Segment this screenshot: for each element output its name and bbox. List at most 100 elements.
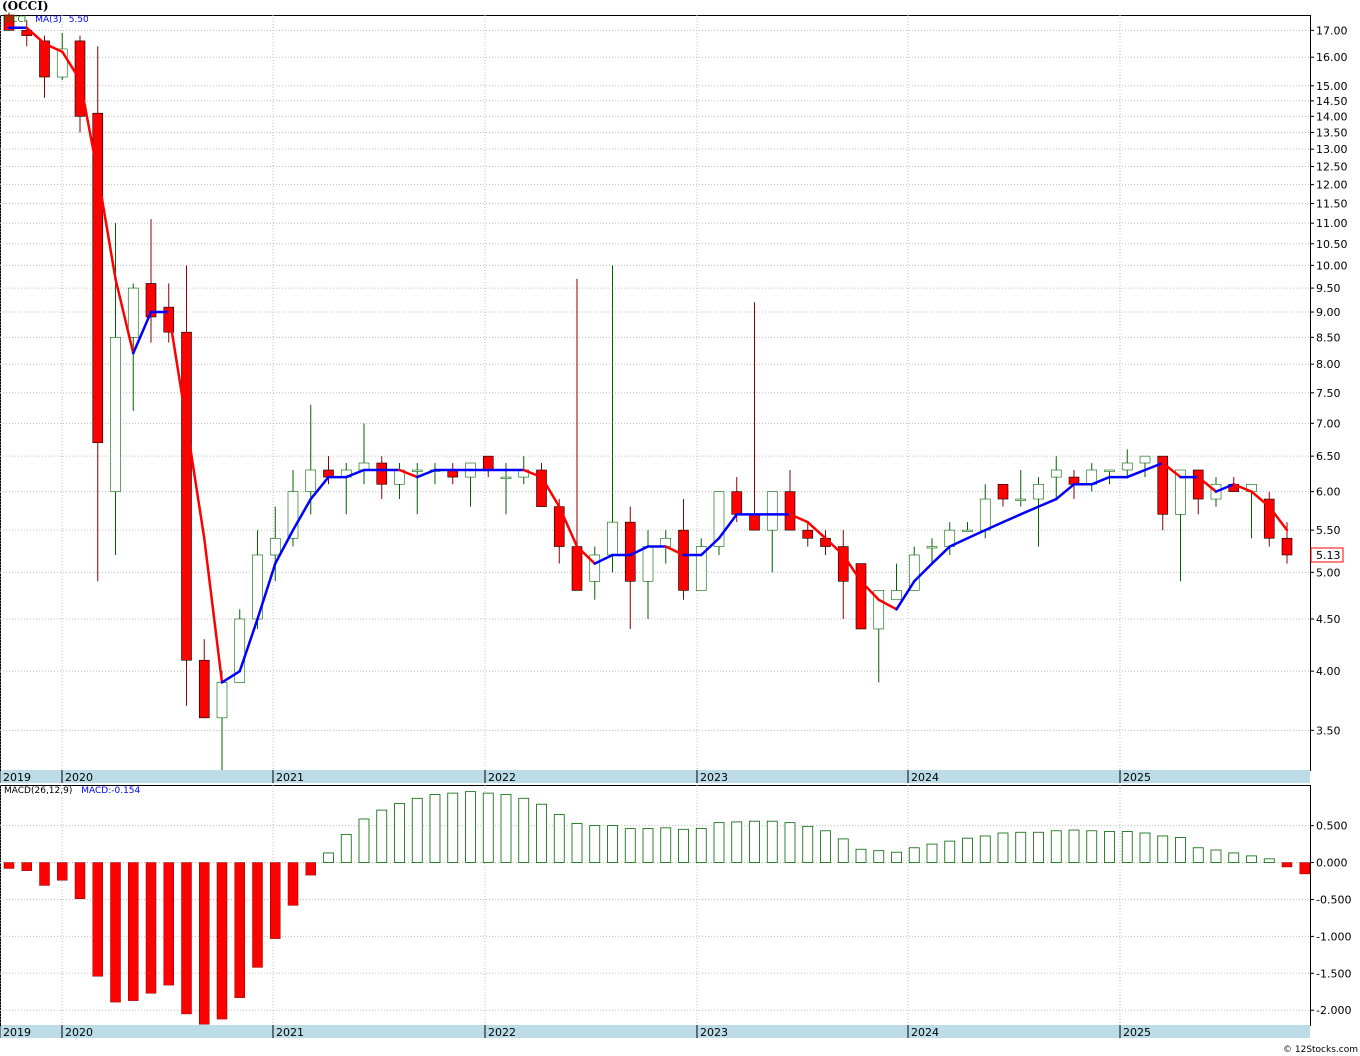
price-legend: OCCI MA(3) 5.50: [4, 15, 89, 25]
macd-bar: [92, 862, 103, 977]
price-tick-label: 6.50: [1316, 450, 1341, 463]
ma-value: 5.50: [68, 15, 89, 25]
chart-canvas: 3.50 4.00 4.50 5.00 5.50 6.00 6.50 7.00 7.50 8.00…: [0, 12, 1351, 1039]
macd-bar: [163, 862, 174, 986]
macd-bar: [1033, 831, 1044, 863]
candle-body: [500, 476, 512, 479]
macd-bar: [39, 862, 50, 886]
macd-bar: [1210, 849, 1222, 863]
macd-bar: [873, 850, 885, 863]
macd-bar: [74, 862, 86, 899]
macd-bar: [216, 862, 228, 1020]
macd-x-axis-band: [1, 1025, 1310, 1038]
candle-body: [571, 546, 583, 591]
candle-body: [482, 455, 494, 471]
macd-bar: [536, 803, 547, 863]
price-tick-label: 16.00: [1316, 51, 1348, 64]
candle-body: [376, 462, 388, 485]
macd-bar: [181, 862, 192, 1015]
candle-body: [962, 529, 973, 532]
price-x-tick-label: 2019: [3, 771, 31, 784]
candle-body: [1104, 469, 1115, 472]
macd-bar: [199, 862, 210, 1025]
last-price-label: 5.13: [1316, 549, 1341, 562]
macd-bar: [624, 828, 636, 863]
candle-body: [784, 491, 796, 531]
macd-bar: [837, 838, 849, 863]
macd-bar: [891, 851, 902, 863]
macd-x-tick-label: 2025: [1123, 1026, 1151, 1039]
macd-x-tick-label: 2024: [911, 1026, 939, 1039]
candle-body: [926, 546, 938, 549]
candle-body: [305, 469, 317, 492]
candle-body: [642, 546, 654, 582]
price-tick-label: 5.50: [1316, 524, 1341, 537]
candle-body: [997, 483, 1009, 500]
price-tick-label: 14.50: [1316, 95, 1348, 108]
macd-bar: [500, 794, 512, 863]
price-tick-label: 15.00: [1316, 80, 1348, 93]
candle-body: [92, 112, 104, 444]
macd-bar: [1050, 830, 1062, 863]
price-panel: 3.50 4.00 4.50 5.00 5.50 6.00 6.50 7.00 7.50 8.00…: [0, 12, 1348, 784]
macd-bar: [820, 830, 831, 863]
price-tick-label: 11.50: [1316, 197, 1348, 210]
macd-tick-label: -1.500: [1316, 967, 1351, 980]
candle-body: [749, 514, 760, 531]
macd-bar: [589, 825, 601, 863]
candle-body: [624, 521, 636, 582]
macd-tick-label: -2.000: [1316, 1004, 1351, 1017]
price-tick-label: 7.00: [1316, 417, 1341, 430]
macd-x-tick-label: 2023: [700, 1026, 728, 1039]
macd-bar: [270, 862, 281, 939]
price-tick-label: 4.50: [1316, 613, 1341, 626]
macd-bar: [110, 862, 121, 1003]
candle-body: [181, 331, 192, 661]
chart-title: (OCCI): [2, 0, 49, 13]
macd-bar: [713, 822, 725, 863]
candle-body: [891, 590, 902, 601]
macd-bar: [465, 791, 476, 863]
macd-bar: [962, 837, 973, 863]
macd-x-tick-label: 2019: [3, 1026, 31, 1039]
macd-bar: [1246, 855, 1257, 863]
candle-body: [411, 469, 423, 472]
price-x-tick-label: 2021: [276, 771, 304, 784]
price-tick-label: 8.00: [1316, 358, 1341, 371]
price-tick-label: 13.00: [1316, 143, 1348, 156]
macd-bar: [447, 792, 459, 863]
macd-bar: [1228, 852, 1240, 863]
macd-x-tick-label: 2022: [488, 1026, 516, 1039]
price-tick-label: 6.00: [1316, 486, 1341, 499]
ticker-label: OCCI: [4, 15, 27, 25]
price-tick-label: 14.00: [1316, 110, 1348, 123]
macd-bar: [678, 828, 689, 863]
macd-bar: [1086, 830, 1098, 863]
candle-body: [855, 563, 867, 630]
macd-bar: [1139, 832, 1151, 863]
macd-tick-label: 0.000: [1316, 857, 1348, 870]
price-tick-label: 8.50: [1316, 331, 1341, 344]
macd-bar: [128, 862, 139, 1001]
candle-body: [766, 491, 778, 531]
macd-bar: [997, 832, 1009, 863]
macd-bar: [429, 794, 441, 863]
candle-body: [1015, 498, 1027, 501]
macd-bar: [1175, 837, 1186, 863]
macd-panel: 0.500 0.000 -0.500 -1.000 -1.500 -2.000 2019 20…: [0, 785, 1351, 1039]
macd-bar: [358, 818, 370, 863]
macd-bar: [1121, 831, 1133, 863]
macd-bar: [518, 797, 530, 863]
macd-bar: [749, 820, 760, 863]
macd-bar: [323, 852, 334, 863]
macd-bar: [908, 847, 920, 863]
footer-credit: © 12Stocks.com: [1283, 1045, 1358, 1055]
candle-body: [802, 529, 814, 539]
macd-bar: [376, 809, 388, 863]
price-x-tick-label: 2024: [911, 771, 939, 784]
macd-x-tick-label: 2020: [65, 1026, 93, 1039]
macd-bar: [766, 820, 778, 863]
price-x-tick-label: 2020: [65, 771, 93, 784]
macd-bar: [607, 825, 618, 863]
macd-bar: [305, 862, 316, 876]
